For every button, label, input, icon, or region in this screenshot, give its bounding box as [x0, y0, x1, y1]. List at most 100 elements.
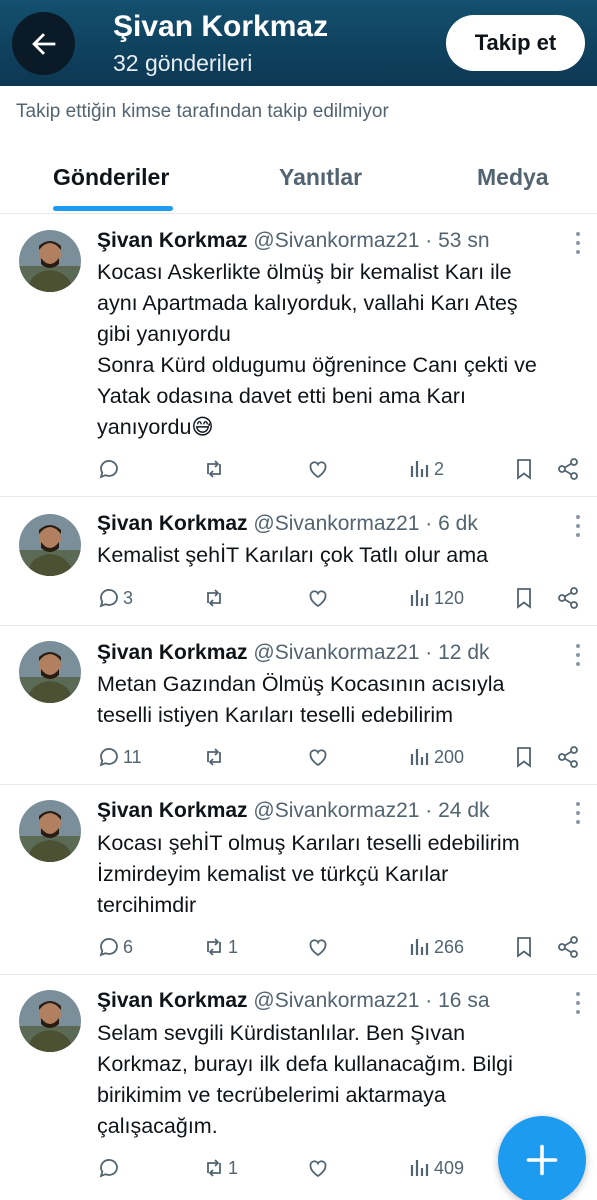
repost-arrows-icon [207, 460, 221, 478]
followed-by-note: Takip ettiğin kimse tarafından takip edi… [16, 101, 389, 122]
post-item[interactable]: Şivan Korkmaz @Sivankormaz21 · 53 sn Koc… [0, 214, 597, 497]
author-name[interactable]: Şivan Korkmaz [97, 641, 248, 664]
views-button[interactable]: 409 [408, 1153, 464, 1183]
avatar[interactable] [19, 514, 81, 576]
compose-button[interactable] [498, 1116, 586, 1200]
post-item[interactable]: Şivan Korkmaz @Sivankormaz21 · 12 dk Met… [0, 627, 597, 785]
share-button[interactable] [556, 454, 580, 484]
views-button[interactable]: 120 [408, 583, 464, 613]
avatar[interactable] [19, 800, 81, 862]
like-button[interactable] [306, 583, 332, 613]
author-handle-time: @Sivankormaz21 · 16 sa [253, 989, 490, 1012]
heart-icon [309, 461, 327, 479]
view-count: 409 [434, 1157, 465, 1178]
heart-icon [309, 1160, 327, 1178]
author-name[interactable]: Şivan Korkmaz [97, 799, 248, 822]
post-item[interactable]: Şivan Korkmaz @Sivankormaz21 · 24 dk Koc… [0, 786, 597, 975]
views-button[interactable]: 200 [408, 742, 464, 772]
speech-bubble-icon [99, 1159, 118, 1178]
post-text-line: Kocası şehİT olmuş Karıları teselli edeb… [97, 831, 520, 855]
post-header: Şivan Korkmaz @Sivankormaz21 · 6 dk [97, 512, 478, 536]
author-name[interactable]: Şivan Korkmaz [97, 229, 248, 252]
reply-count: 11 [123, 746, 142, 767]
tab-media[interactable]: Medya [477, 164, 549, 191]
repost-button[interactable] [202, 583, 228, 613]
like-button[interactable] [306, 742, 332, 772]
bookmark-button[interactable] [512, 454, 536, 484]
post-text-line: teselli istiyen Karıları teselli edebili… [97, 703, 454, 727]
tab-posts[interactable]: Gönderiler [53, 164, 169, 191]
vertical-dots-icon[interactable] [570, 515, 586, 537]
post-text: Kemalist şehİT Karıları çok Tatlı olur a… [97, 540, 587, 571]
profile-header-bar: Şivan Korkmaz 32 gönderileri Takip et [0, 0, 597, 86]
post-count: 32 gönderileri [113, 50, 253, 76]
follow-button[interactable]: Takip et [446, 15, 585, 71]
share-button[interactable] [556, 742, 580, 772]
share-icon [558, 587, 578, 609]
share-button[interactable] [556, 583, 580, 613]
post-text-line: yanıyordu😅 [97, 415, 214, 439]
view-count: 2 [434, 458, 445, 479]
reply-button[interactable]: 3 [97, 583, 133, 613]
author-name[interactable]: Şivan Korkmaz [97, 512, 248, 535]
view-count: 266 [434, 936, 465, 957]
bookmark-icon [517, 747, 531, 768]
reply-count: 3 [123, 587, 134, 608]
vertical-dots-icon[interactable] [570, 992, 586, 1014]
post-text-line: aynı Apartmada kalıyorduk, vallahi Karı … [97, 291, 518, 315]
post-text-line: gibi yanıyordu [97, 322, 231, 346]
bookmark-button[interactable] [512, 932, 536, 962]
post-text-line: İzmirdeyim kemalist ve türkçü Karılar [97, 862, 449, 886]
post-text-line: birikimim ve tecrübelerimi aktarmaya [97, 1083, 446, 1107]
bookmark-icon [517, 459, 531, 480]
like-button[interactable] [306, 932, 332, 962]
reply-button[interactable]: 6 [97, 932, 133, 962]
bookmark-button[interactable] [512, 742, 536, 772]
arrow-left-icon [31, 32, 55, 55]
author-handle-time: @Sivankormaz21 · 6 dk [253, 512, 478, 535]
share-button[interactable] [556, 932, 580, 962]
repost-button[interactable]: 1 [202, 932, 238, 962]
vertical-dots-icon[interactable] [570, 802, 586, 824]
profile-name: Şivan Korkmaz [113, 10, 329, 43]
like-button[interactable] [306, 1153, 332, 1183]
reply-button[interactable] [97, 1153, 123, 1183]
post-text: Kocası şehİT olmuş Karıları teselli edeb… [97, 828, 587, 921]
views-button[interactable]: 266 [408, 932, 464, 962]
avatar[interactable] [19, 641, 81, 703]
bar-chart-icon [410, 749, 429, 765]
plus-icon [526, 1144, 558, 1176]
repost-button[interactable] [202, 454, 228, 484]
vertical-dots-icon[interactable] [570, 232, 586, 254]
repost-button[interactable]: 1 [202, 1153, 238, 1183]
author-name[interactable]: Şivan Korkmaz [97, 989, 248, 1012]
bar-chart-icon [410, 1160, 429, 1176]
bar-chart-icon [410, 939, 429, 955]
post-text-line: Metan Gazından Ölmüş Kocasının acısıyla [97, 672, 505, 696]
bookmark-button[interactable] [512, 583, 536, 613]
reply-button[interactable] [97, 454, 123, 484]
avatar[interactable] [19, 990, 81, 1052]
speech-bubble-icon [99, 589, 118, 608]
reply-button[interactable]: 11 [97, 742, 142, 772]
repost-button[interactable] [202, 742, 228, 772]
reply-count: 6 [123, 936, 134, 957]
post-text-line: Korkmaz, burayı ilk defa kullanacağım. B… [97, 1052, 513, 1076]
post-text-line: tercihimdir [97, 893, 197, 917]
bar-chart-icon [410, 461, 429, 477]
back-button[interactable] [12, 12, 75, 75]
vertical-dots-icon[interactable] [570, 644, 586, 666]
heart-icon [309, 749, 327, 767]
post-text-line: Sonra Kürd oldugumu öğrenince Canı çekti… [97, 353, 537, 377]
post-actions: 3 120 [0, 583, 597, 613]
views-button[interactable]: 2 [408, 454, 444, 484]
tab-replies[interactable]: Yanıtlar [279, 164, 362, 191]
view-count: 120 [434, 587, 465, 608]
like-button[interactable] [306, 454, 332, 484]
active-tab-indicator [53, 206, 173, 211]
avatar[interactable] [19, 230, 81, 292]
post-item[interactable]: Şivan Korkmaz @Sivankormaz21 · 6 dk Kema… [0, 498, 597, 626]
post-text: Metan Gazından Ölmüş Kocasının acısıyla … [97, 669, 587, 731]
post-header: Şivan Korkmaz @Sivankormaz21 · 16 sa [97, 989, 490, 1013]
author-handle-time: @Sivankormaz21 · 24 dk [253, 799, 490, 822]
